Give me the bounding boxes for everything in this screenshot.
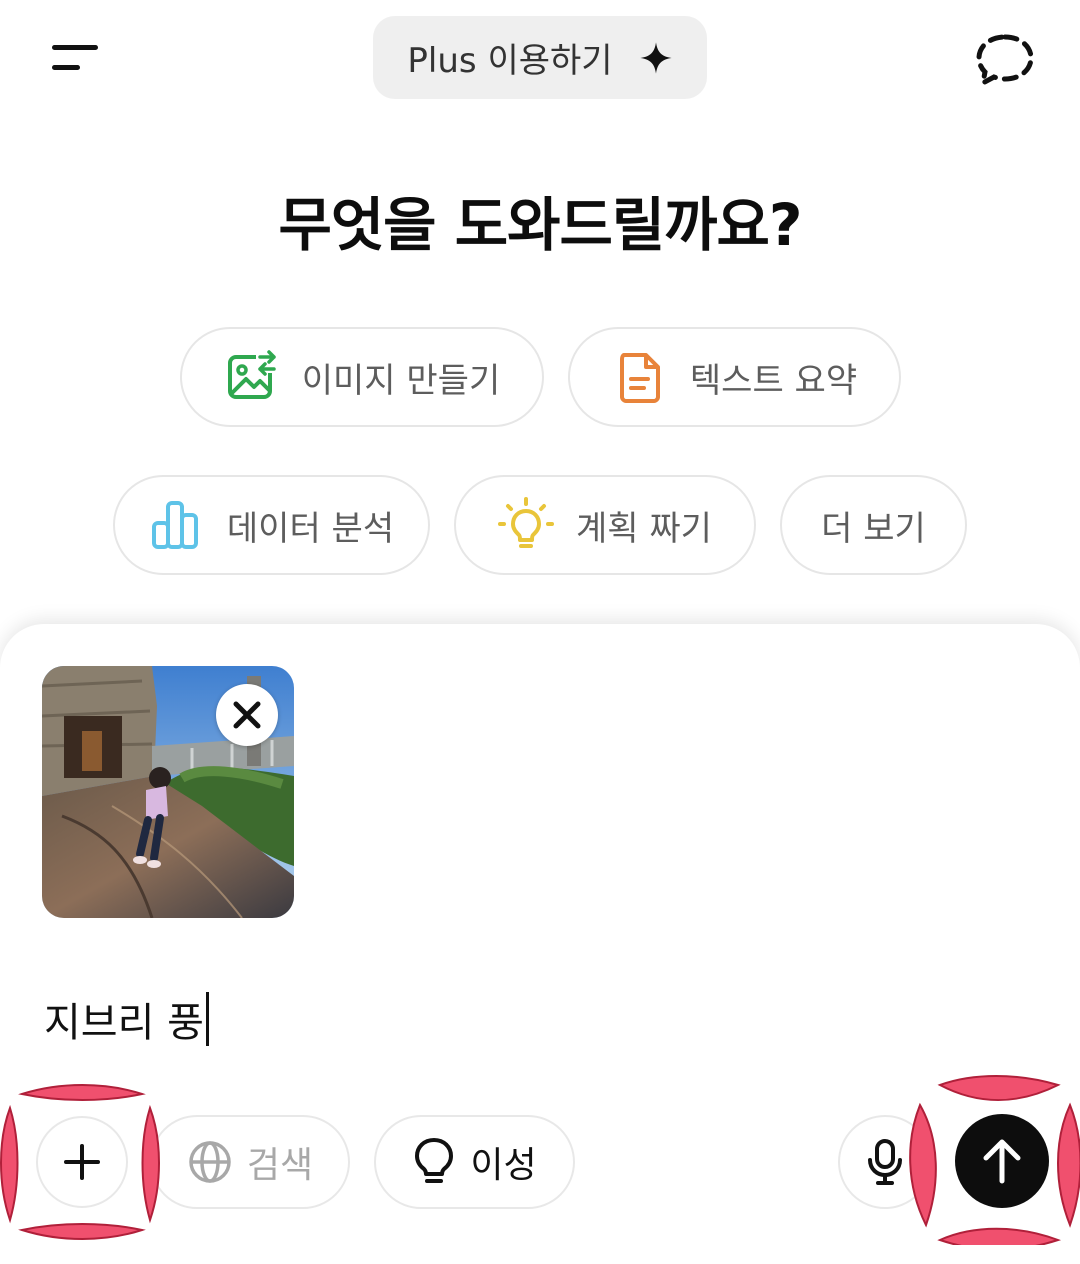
search-label: 검색	[246, 1145, 314, 1186]
send-button[interactable]	[955, 1114, 1049, 1208]
lightbulb-icon	[498, 497, 555, 548]
globe-icon	[189, 1141, 231, 1183]
suggestion-label: 이미지 만들기	[301, 360, 501, 401]
suggestion-label: 더 보기	[821, 508, 926, 549]
prompt-input-value: 지브리 풍	[44, 1000, 204, 1046]
arrow-up-icon	[983, 1139, 1021, 1184]
search-toggle-button[interactable]: 검색	[150, 1115, 350, 1209]
voice-input-button[interactable]	[838, 1115, 932, 1209]
plus-icon	[64, 1144, 100, 1180]
image-create-icon	[227, 350, 278, 399]
close-icon	[233, 701, 261, 729]
remove-attachment-button[interactable]	[216, 684, 278, 746]
hamburger-menu-icon	[52, 45, 98, 50]
temporary-chat-button[interactable]	[975, 33, 1035, 88]
dashed-chat-bubble-icon	[976, 34, 1034, 88]
bar-chart-icon	[151, 501, 198, 549]
sparkle-icon	[639, 41, 672, 74]
suggestion-label: 텍스트 요약	[689, 360, 858, 401]
suggestion-create-image[interactable]: 이미지 만들기	[180, 327, 544, 427]
reason-toggle-button[interactable]: 이성	[374, 1115, 575, 1209]
suggestion-analyze-data[interactable]: 데이터 분석	[113, 475, 430, 575]
prompt-input[interactable]: 지브리 풍	[44, 990, 209, 1048]
lightbulb-outline-icon	[415, 1138, 454, 1183]
reason-label: 이성	[470, 1145, 537, 1186]
suggestion-make-plan[interactable]: 계획 짜기	[454, 475, 756, 575]
menu-button[interactable]	[48, 40, 102, 76]
microphone-icon	[868, 1139, 902, 1185]
page-title: 무엇을 도와드릴까요?	[278, 191, 802, 259]
upgrade-label: Plus 이용하기	[407, 41, 613, 81]
text-caret	[205, 992, 209, 1046]
upgrade-plus-button[interactable]: Plus 이용하기	[373, 16, 707, 99]
suggestion-label: 계획 짜기	[576, 508, 712, 549]
add-attachment-button[interactable]	[36, 1116, 128, 1208]
document-icon	[619, 353, 660, 403]
suggestion-more[interactable]: 더 보기	[780, 475, 967, 575]
suggestion-label: 데이터 분석	[226, 508, 395, 549]
suggestion-summarize-text[interactable]: 텍스트 요약	[568, 327, 901, 427]
